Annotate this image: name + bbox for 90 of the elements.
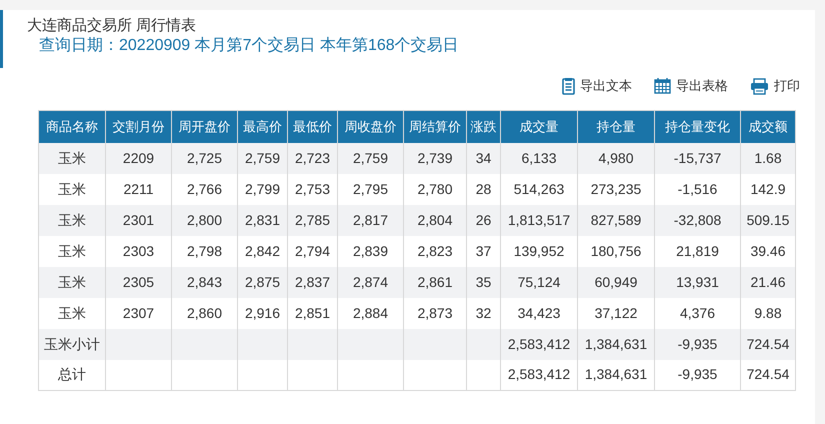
table-cell: 34,423 (518, 304, 560, 320)
table-cell: 4,376 (680, 304, 716, 320)
table-cell: 39.46 (750, 242, 786, 258)
table-cell: 2,583,412 (508, 336, 570, 352)
table-cell: 2,799 (244, 180, 280, 196)
table-cell: 2,759 (352, 150, 388, 166)
table-cell: 2,798 (186, 242, 222, 258)
table-cell: 玉米小计 (44, 336, 100, 352)
table-cell: 玉米 (58, 150, 86, 166)
table-cell: 2303 (122, 242, 154, 258)
table-cell: 1,813,517 (508, 212, 570, 228)
table-cell: 2,804 (417, 212, 453, 228)
table-cell: 75,124 (518, 274, 560, 290)
table-cell: 2211 (123, 180, 154, 196)
table-cell: 4,980 (598, 150, 634, 166)
table-cell: 9.88 (754, 304, 782, 320)
table-cell: -9,935 (678, 366, 718, 382)
table-cell: 2,851 (294, 304, 330, 320)
table-cell: 玉米 (58, 242, 86, 258)
table-cell: 34 (476, 150, 492, 166)
table-cell: 724.54 (746, 366, 790, 382)
calendar-icon (654, 78, 671, 94)
toolbar-button[interactable]: 导出文本 (562, 76, 632, 96)
table-cell: 21,819 (676, 242, 719, 258)
table-cell: 2,725 (186, 150, 222, 166)
table-cell: 2307 (122, 304, 154, 320)
table-cell: -15,737 (674, 150, 722, 166)
table-cell: 509.15 (746, 212, 790, 228)
table-cell: 2,723 (294, 150, 330, 166)
table-cell: 玉米 (58, 212, 86, 228)
table-cell: 28 (476, 180, 492, 196)
table-cell: 37 (476, 242, 492, 258)
table-cell: 2,753 (294, 180, 330, 196)
table-cell: 827,589 (590, 212, 642, 228)
table-cell: 2,839 (352, 242, 388, 258)
table-cell: 2,766 (186, 180, 222, 196)
table-cell: 1,384,631 (584, 336, 648, 352)
query-date-text: 查询日期：20220909 本月第7个交易日 本年第168个交易日 (38, 36, 459, 56)
table-cell: 2,884 (352, 304, 388, 320)
table-cell: 2301 (122, 212, 154, 228)
table-cell: 2,583,412 (508, 366, 570, 382)
table-cell: 13,931 (676, 274, 719, 290)
table-cell: 2,875 (244, 274, 280, 290)
table-cell: 1,384,631 (584, 366, 648, 382)
table-cell: -9,935 (678, 336, 718, 352)
table-cell: 37,122 (594, 304, 638, 320)
table-cell: 2,739 (417, 150, 453, 166)
table-cell: 2,837 (294, 274, 330, 290)
table-cell: 180,756 (590, 242, 642, 258)
table-cell: 2305 (122, 274, 154, 290)
table-cell: -1,516 (678, 180, 718, 196)
table-cell: 2,873 (417, 304, 453, 320)
table-cell: 2,794 (294, 242, 330, 258)
table-cell: 2,916 (244, 304, 280, 320)
table-cell: 6,133 (521, 150, 557, 166)
page-title: 大连商品交易所 周行情表 (27, 16, 198, 36)
table-cell: 32 (476, 304, 492, 320)
table-cell: 玉米 (58, 180, 86, 196)
table-cell: 2,817 (352, 212, 388, 228)
table-cell: 2,795 (352, 180, 388, 196)
printer-icon (750, 78, 769, 94)
table-cell: 2,860 (186, 304, 222, 320)
table-cell: 2,785 (294, 212, 330, 228)
table-cell: 2,780 (417, 180, 453, 196)
table-cell: 玉米 (58, 304, 86, 320)
toolbar-button[interactable]: 导出表格 (654, 76, 728, 96)
table-cell: 2,842 (244, 242, 280, 258)
table-cell: -32,808 (674, 212, 722, 228)
table-cell: 139,952 (514, 242, 564, 258)
table-cell: 142.9 (750, 180, 786, 196)
table-cell: 玉米 (58, 274, 86, 290)
table-cell: 总计 (58, 366, 86, 382)
table-cell: 2,823 (417, 242, 453, 258)
table-cell: 21.46 (750, 274, 786, 290)
table-cell: 724.54 (746, 336, 790, 352)
table-cell: 2,861 (417, 274, 453, 290)
table-cell: 60,949 (594, 274, 638, 290)
document-icon (562, 78, 575, 94)
table-cell: 514,263 (514, 180, 564, 196)
table-cell: 2,831 (244, 212, 280, 228)
table-cell: 26 (476, 212, 492, 228)
table-cell: 2,843 (186, 274, 222, 290)
table-cell: 1.68 (754, 150, 782, 166)
table-cell: 2,759 (244, 150, 280, 166)
table-cell: 2,874 (352, 274, 388, 290)
toolbar-button[interactable]: 打印 (750, 76, 800, 96)
table-cell: 35 (476, 274, 492, 290)
table-cell: 2209 (122, 150, 154, 166)
table-cell: 273,235 (590, 180, 642, 196)
table-cell: 2,800 (186, 212, 222, 228)
